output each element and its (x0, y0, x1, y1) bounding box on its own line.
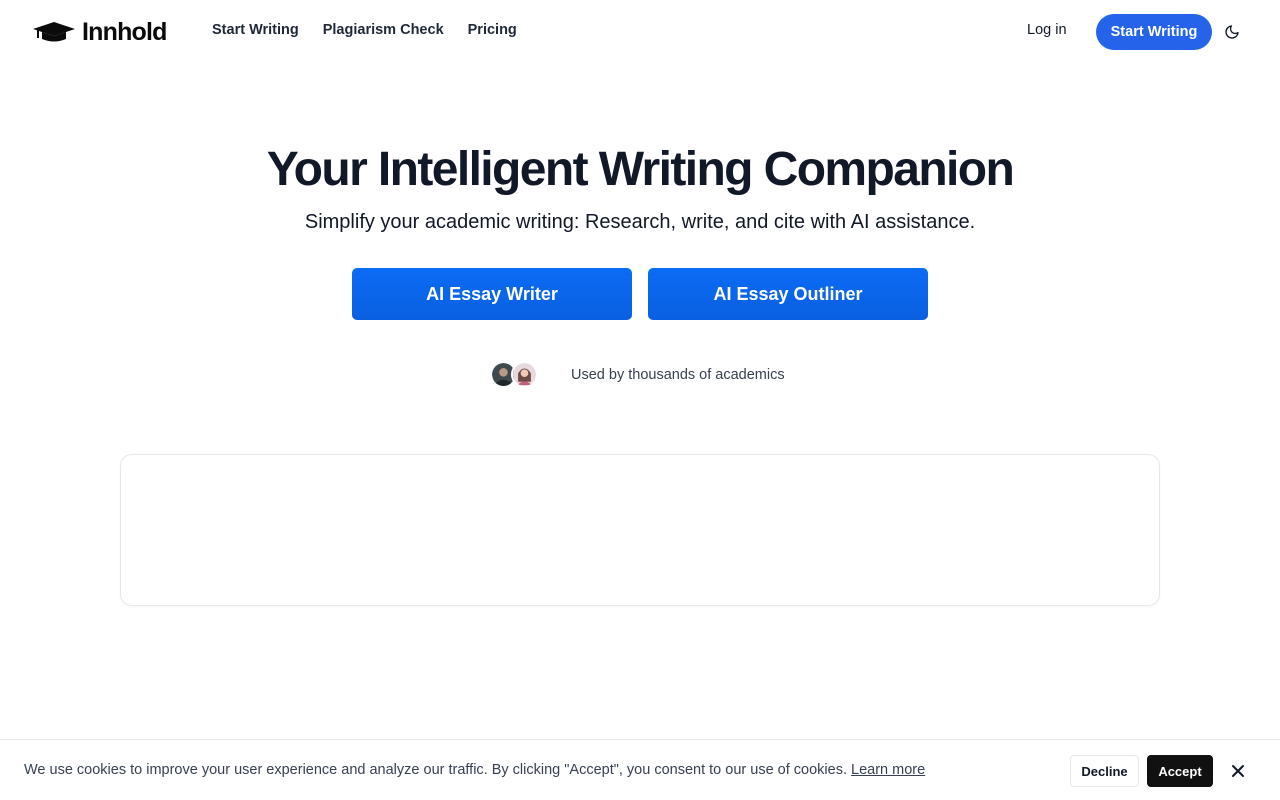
nav-plagiarism-check[interactable]: Plagiarism Check (323, 22, 444, 38)
graduation-cap-icon (32, 21, 76, 43)
hero-actions: AI Essay Writer AI Essay Outliner (352, 268, 928, 320)
hero-title: Your Intelligent Writing Companion (266, 143, 1015, 196)
site-header: Innhold Start Writing Plagiarism Check P… (0, 0, 1280, 64)
hero-subtitle: Simplify your academic writing: Research… (304, 211, 976, 233)
nav-pricing[interactable]: Pricing (468, 22, 517, 38)
ai-essay-outliner-button[interactable]: AI Essay Outliner (648, 268, 928, 320)
brand-name: Innhold (82, 17, 167, 46)
logo[interactable]: Innhold (32, 16, 167, 48)
ai-essay-writer-button[interactable]: AI Essay Writer (352, 268, 632, 320)
accept-button[interactable]: Accept (1147, 755, 1213, 787)
moon-icon (1222, 24, 1242, 40)
start-writing-button[interactable]: Start Writing (1096, 14, 1212, 50)
social-proof: Used by thousands of academics (490, 361, 785, 388)
close-button[interactable] (1229, 762, 1247, 780)
close-icon (1229, 764, 1247, 778)
main-nav: Start Writing Plagiarism Check Pricing (212, 22, 517, 38)
login-link[interactable]: Log in (1027, 22, 1067, 38)
editor-card (120, 454, 1160, 606)
cookie-banner: We use cookies to improve your user expe… (0, 739, 1280, 800)
cookie-text: We use cookies to improve your user expe… (24, 762, 847, 778)
learn-more-link[interactable]: Learn more (851, 762, 925, 778)
theme-toggle-button[interactable] (1222, 22, 1242, 42)
decline-button[interactable]: Decline (1070, 755, 1139, 787)
avatar (511, 361, 538, 388)
social-proof-text: Used by thousands of academics (571, 366, 785, 383)
nav-start-writing[interactable]: Start Writing (212, 22, 299, 38)
avatar-group (490, 361, 550, 388)
cookie-message: We use cookies to improve your user expe… (24, 762, 925, 778)
